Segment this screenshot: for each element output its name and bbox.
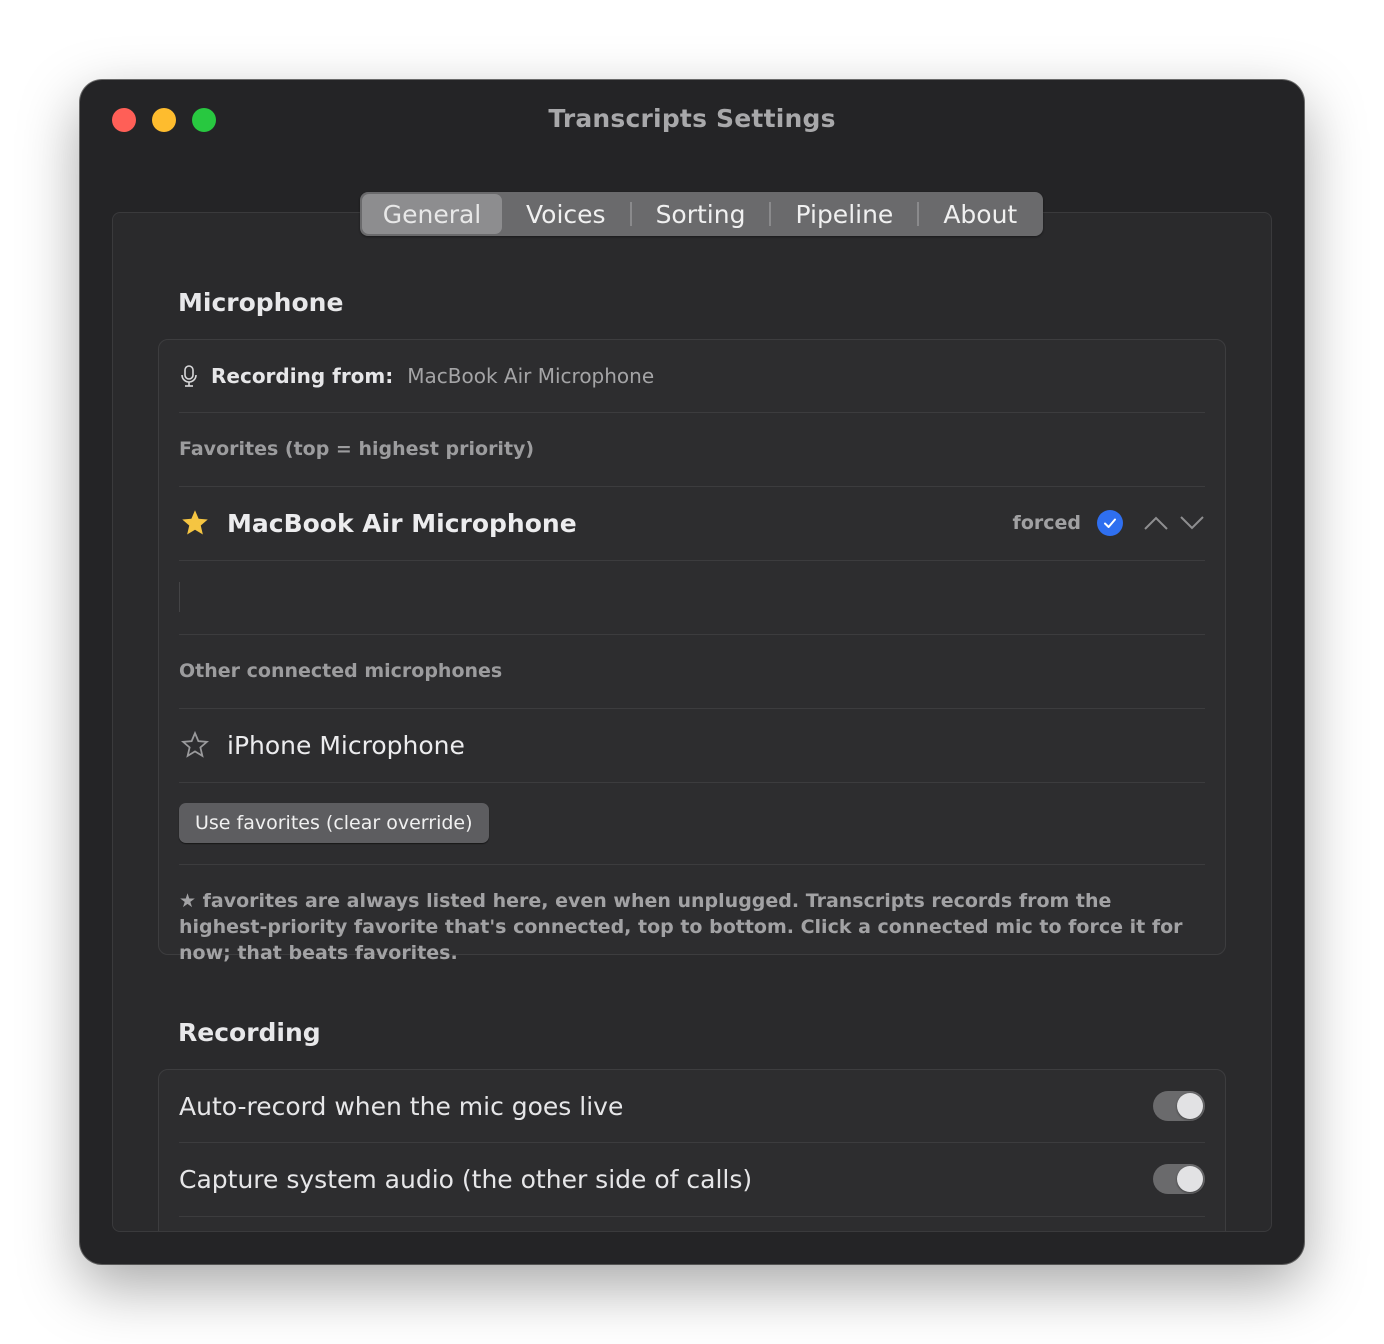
use-favorites-button[interactable]: Use favorites (clear override): [179, 803, 489, 843]
system-audio-row: Capture system audio (the other side of …: [179, 1142, 1205, 1217]
move-down-chevron-icon[interactable]: [1179, 515, 1205, 531]
other-mics-heading: Other connected microphones: [179, 660, 503, 682]
move-up-chevron-icon[interactable]: [1143, 515, 1169, 531]
recording-from-label: Recording from:: [211, 364, 394, 388]
tab-general[interactable]: General: [362, 194, 502, 234]
favorite-mic-row[interactable]: MacBook Air Microphone forced: [179, 486, 1205, 561]
other-mics-heading-row: Other connected microphones: [179, 634, 1205, 709]
window-title: Transcripts Settings: [548, 104, 836, 133]
favorite-mic-name: MacBook Air Microphone: [227, 508, 577, 538]
recording-card: Auto-record when the mic goes live Captu…: [158, 1069, 1226, 1231]
star-outline-icon[interactable]: [179, 730, 211, 760]
favorites-heading: Favorites (top = highest priority): [179, 438, 535, 460]
checkmark-icon: [1097, 510, 1123, 536]
favorites-drop-zone: [179, 560, 1205, 635]
recording-section-title: Recording: [178, 1018, 321, 1047]
settings-window: Transcripts Settings Microphone Recordin…: [80, 80, 1304, 1264]
other-mic-row[interactable]: iPhone Microphone: [179, 708, 1205, 783]
other-mic-name: iPhone Microphone: [227, 730, 465, 760]
system-audio-label: Capture system audio (the other side of …: [179, 1164, 753, 1194]
microphone-icon: [179, 364, 199, 388]
settings-panel: Microphone Recording from: MacBook Air M…: [112, 212, 1272, 1232]
favorites-heading-row: Favorites (top = highest priority): [179, 412, 1205, 487]
drop-zone-marker: [179, 582, 180, 612]
system-audio-toggle[interactable]: [1153, 1164, 1205, 1194]
toggle-knob: [1177, 1166, 1203, 1192]
settings-tab-bar: General Voices Sorting Pipeline About: [360, 192, 1044, 236]
auto-record-label: Auto-record when the mic goes live: [179, 1091, 624, 1121]
toggle-knob: [1177, 1093, 1203, 1119]
recording-from-row: Recording from: MacBook Air Microphone: [179, 340, 1205, 413]
tab-sorting[interactable]: Sorting: [632, 194, 770, 234]
favorites-footnote: ★ favorites are always listed here, even…: [179, 890, 1183, 964]
tab-about[interactable]: About: [919, 194, 1041, 234]
auto-record-row: Auto-record when the mic goes live: [179, 1070, 1205, 1143]
auto-record-toggle[interactable]: [1153, 1091, 1205, 1121]
recording-from-value: MacBook Air Microphone: [407, 364, 655, 388]
tab-pipeline[interactable]: Pipeline: [771, 194, 917, 234]
star-filled-icon[interactable]: [179, 508, 211, 538]
microphone-card: Recording from: MacBook Air Microphone F…: [158, 339, 1226, 964]
microphone-section-title: Microphone: [178, 288, 344, 317]
tab-voices[interactable]: Voices: [502, 194, 630, 234]
clear-override-row: Use favorites (clear override): [179, 782, 1205, 865]
forced-status-label: forced: [1012, 512, 1081, 534]
